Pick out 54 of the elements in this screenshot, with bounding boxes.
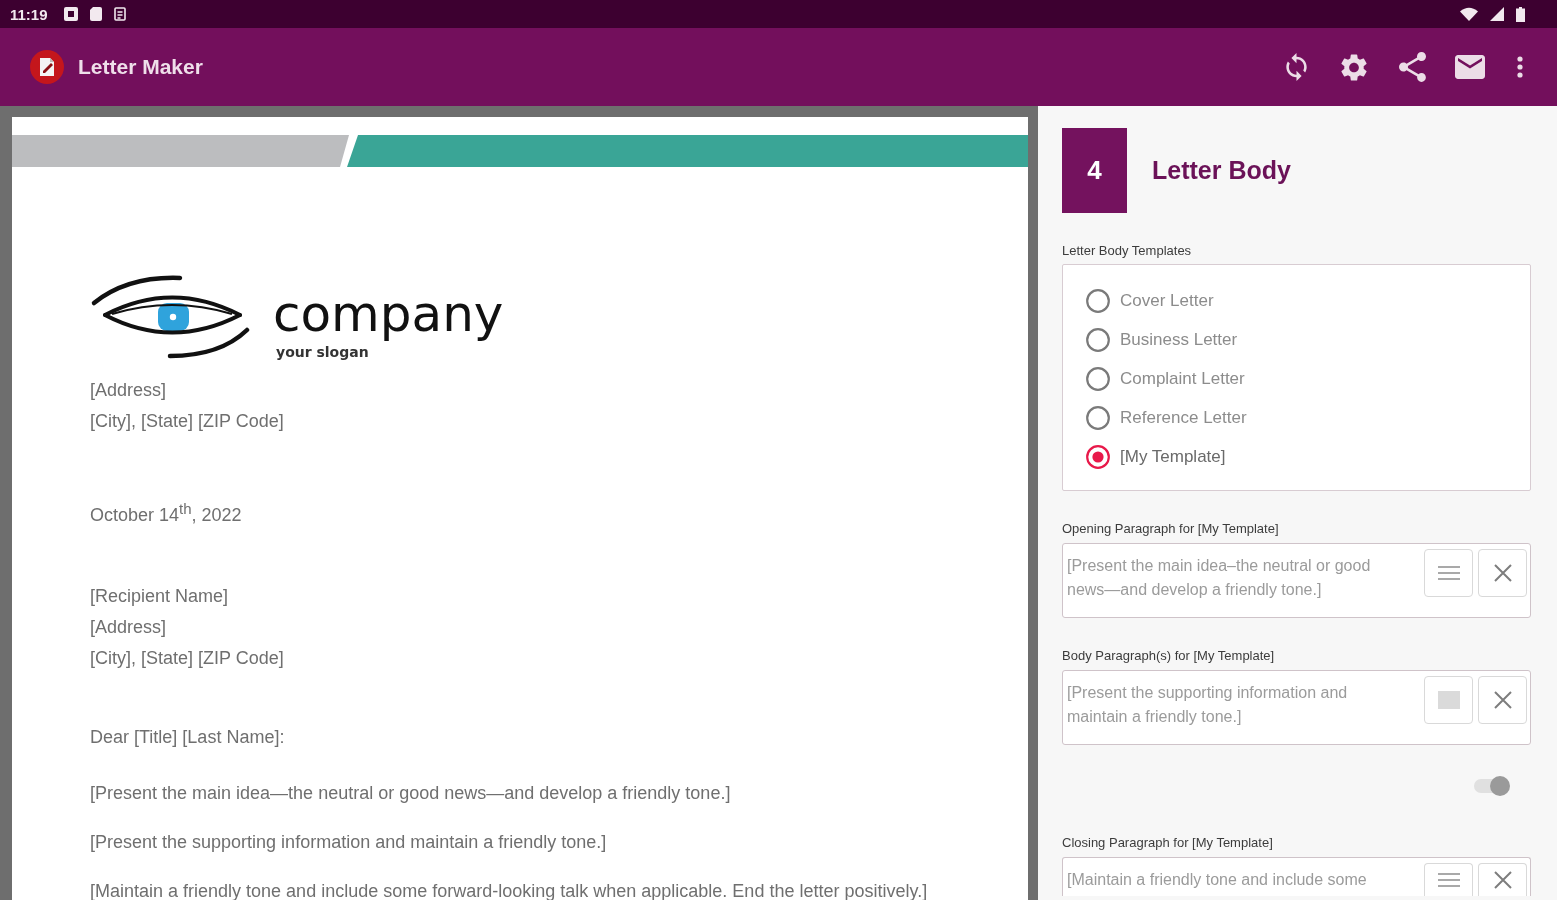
salutation: Dear [Title] [Last Name]:: [90, 726, 285, 749]
radio-option[interactable]: Cover Letter: [1086, 281, 1214, 320]
recipient-address-line: [Recipient Name]: [90, 585, 229, 608]
battery-icon: [1516, 6, 1525, 22]
logo-slogan: your slogan: [276, 344, 369, 360]
recipient-address-line: [Address]: [90, 616, 167, 639]
field-value: [Maintain a friendly tone and include some: [1067, 870, 1368, 890]
refresh-icon: [1285, 53, 1307, 81]
sender-address-line: [Address]: [90, 379, 167, 402]
field-label: Closing Paragraph for [My Template]: [1062, 835, 1273, 851]
paragraph-field[interactable]: [Present the main idea–the neutral or good news—and develop a friendly tone.]: [1062, 543, 1531, 618]
document-icon: [113, 7, 126, 21]
field-label: Body Paragraph(s) for [My Template]: [1062, 648, 1275, 664]
paragraph-field[interactable]: [Maintain a friendly tone and include some: [1062, 857, 1531, 896]
sd-card-icon: [89, 7, 102, 21]
letter-paragraph: [Present the main idea—the neutral or good news—and develop a friendly tone.]: [90, 782, 731, 805]
letter-date: October 14$^{th}$, 2022: [90, 499, 242, 527]
letter-paragraph: [Present the supporting information and maintain a friendly tone.]: [90, 831, 607, 854]
logo-company-name: company: [273, 284, 504, 344]
field-label: Opening Paragraph for [My Template]: [1062, 521, 1279, 537]
clear-button[interactable]: [1478, 549, 1527, 597]
menu-icon: [1437, 566, 1460, 580]
radio-option[interactable]: Business Letter: [1086, 320, 1238, 359]
step-number: 4: [1062, 128, 1127, 213]
square-notification-icon: [63, 7, 78, 21]
status-time: 11:19: [10, 5, 48, 23]
recipient-address-line: [City], [State] [ZIP Code]: [90, 647, 284, 670]
field-value: [Present the main idea–the neutral or good news—and develop a friendly tone.]: [1067, 556, 1372, 600]
close-icon: [1493, 691, 1512, 709]
settings-icon: [1341, 53, 1367, 81]
square-icon: [1437, 691, 1460, 709]
section-title: Letter Body: [1152, 156, 1291, 185]
more-vertical-icon: [1517, 56, 1523, 78]
radio-option[interactable]: Reference Letter: [1086, 398, 1247, 437]
menu-button[interactable]: [1424, 863, 1473, 896]
menu-icon: [1437, 873, 1460, 887]
signal-icon: [1490, 7, 1504, 21]
wifi-icon: [1460, 7, 1478, 21]
close-icon: [1493, 871, 1512, 889]
field-value: [Present the supporting information and maintain a friendly tone.]: [1067, 683, 1349, 727]
radio-option[interactable]: Complaint Letter: [1086, 359, 1245, 398]
app-logo-icon: [30, 50, 64, 84]
field-label: Letter Body Templates: [1062, 243, 1192, 259]
radio-option[interactable]: [My Template]: [1086, 437, 1226, 476]
clear-button[interactable]: [1478, 863, 1527, 896]
close-icon: [1493, 564, 1512, 582]
share-icon: [1398, 52, 1426, 82]
clear-button[interactable]: [1478, 676, 1527, 724]
paragraph-field[interactable]: [Present the supporting information and maintain a friendly tone.]: [1062, 670, 1531, 745]
menu-button[interactable]: [1424, 549, 1473, 597]
sender-address-line: [City], [State] [ZIP Code]: [90, 410, 284, 433]
letter-paragraph: [Maintain a friendly tone and include some forward-looking talk when applicable. End the letter positively.]: [90, 880, 928, 900]
mail-icon: [1455, 55, 1485, 79]
app-title: Letter Maker: [78, 55, 203, 79]
